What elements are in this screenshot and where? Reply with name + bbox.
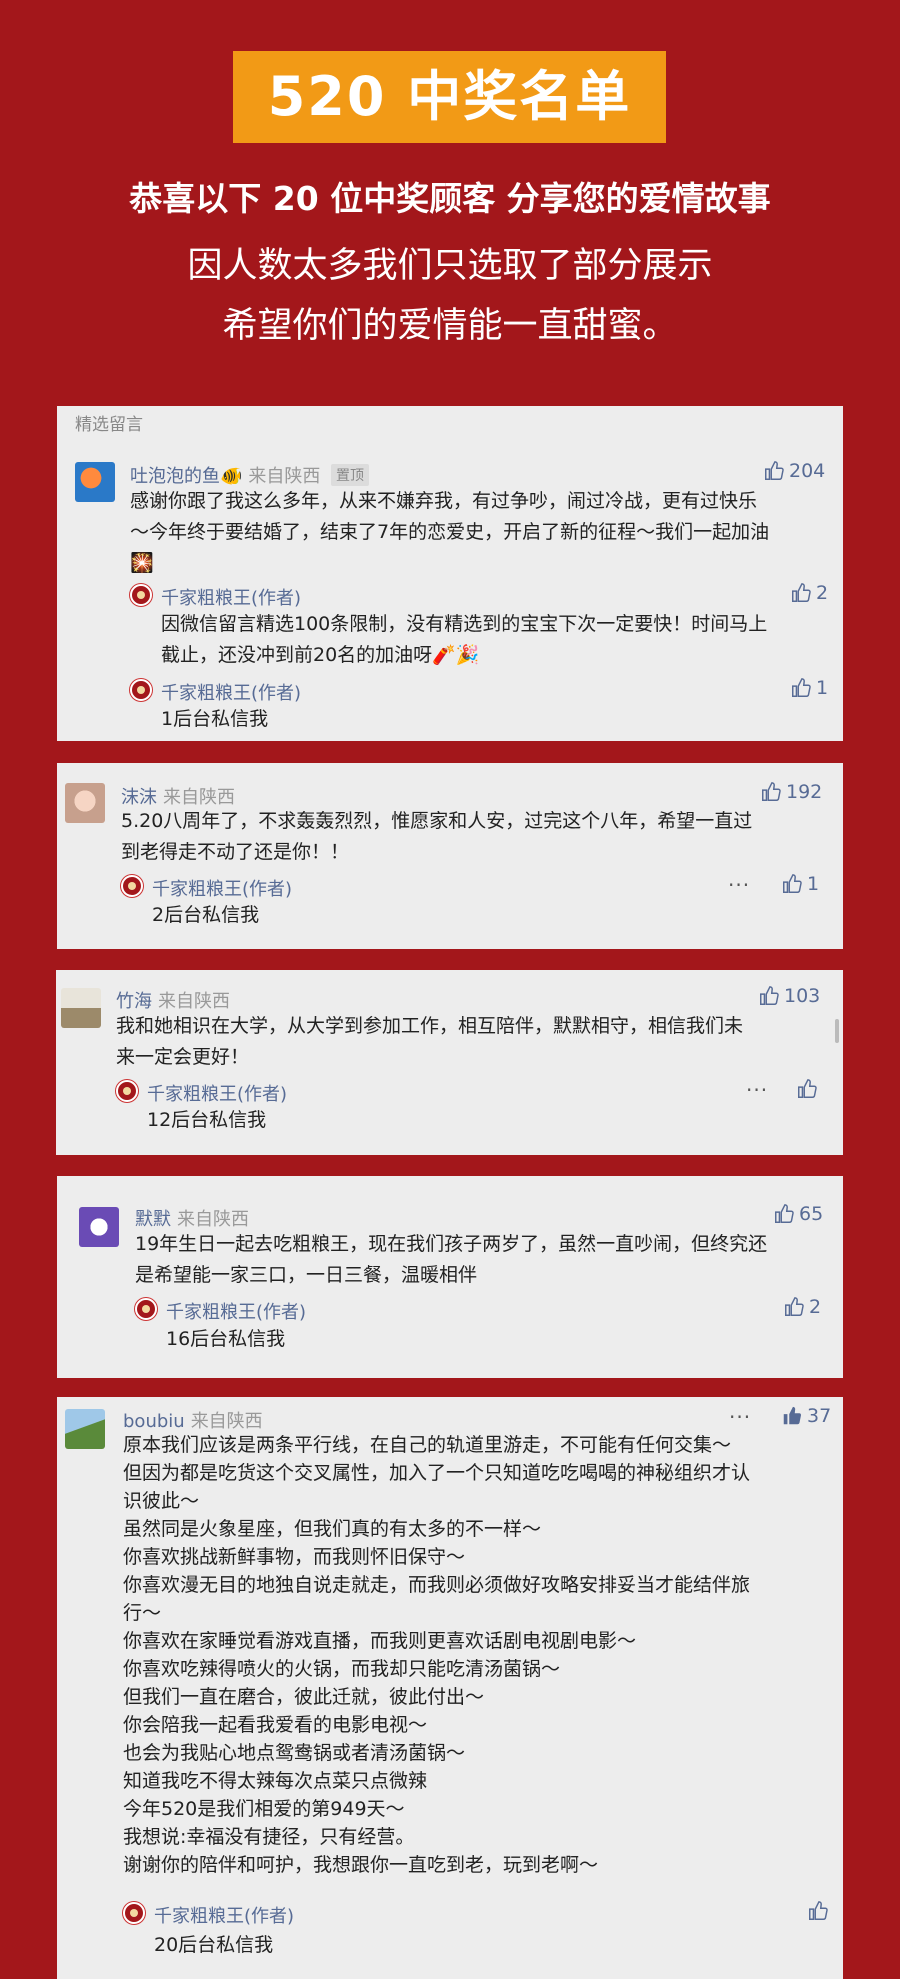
reply-text: 20后台私信我 — [154, 1934, 274, 1956]
like-count: 103 — [784, 985, 821, 1007]
comment-card-2: 沫沫 来自陕西 192 5.20八周年了，不求轰轰烈烈，惟愿家和人安，过完这个八年… — [57, 763, 843, 949]
avatar[interactable] — [61, 988, 101, 1028]
reply-author: 千家粗粮王(作者) — [161, 683, 302, 704]
comment-text: 感谢你跟了我这么多年，从来不嫌弃我，有过争吵，闹过冷战，更有过快乐 ～今年终于要… — [130, 490, 770, 574]
reply-text: 16后台私信我 — [166, 1328, 286, 1350]
like-button[interactable]: 37 — [781, 1405, 831, 1427]
author-logo-icon — [123, 1902, 145, 1924]
avatar[interactable] — [65, 1409, 105, 1449]
like-button[interactable] — [796, 1078, 818, 1100]
author-logo-icon — [116, 1080, 138, 1102]
thumbs-up-icon — [762, 782, 781, 801]
author-logo-icon — [135, 1298, 157, 1320]
comment-text: 我和她相识在大学，从大学到参加工作，相互陪伴，默默相守，相信我们未 来一定会更好… — [116, 1015, 744, 1068]
section-label: 精选留言 — [75, 415, 143, 435]
author-logo-icon — [130, 679, 152, 701]
thumbs-up-icon — [760, 986, 779, 1005]
like-button[interactable]: 2 — [783, 1296, 821, 1318]
thumbs-up-icon — [798, 1079, 817, 1098]
reply-text: 因微信留言精选100条限制，没有精选到的宝宝下次一定要快！时间马上 截止，还没冲… — [161, 613, 768, 666]
avatar[interactable] — [65, 783, 105, 823]
subline-2: 希望你们的爱情能一直甜蜜。 — [222, 306, 678, 346]
like-count: 1 — [807, 873, 820, 895]
like-count: 65 — [799, 1203, 824, 1225]
thumbs-up-icon — [775, 1204, 794, 1223]
author-logo-icon — [130, 584, 152, 606]
thumbs-up-icon — [785, 1297, 804, 1316]
like-button[interactable]: 1 — [790, 677, 828, 699]
reply-author: 千家粗粮王(作者) — [166, 1302, 307, 1323]
more-options-icon[interactable]: ··· — [746, 1078, 768, 1102]
comment-text: 原本我们应该是两条平行线，在自己的轨道里游走，不可能有任何交集～ 但因为都是吃货… — [123, 1434, 751, 1876]
reply-text: 1后台私信我 — [161, 708, 269, 730]
thumbs-up-icon — [809, 1901, 828, 1920]
comment-text: 5.20八周年了，不求轰轰烈烈，惟愿家和人安，过完这个八年，希望一直过 到老得走… — [121, 810, 753, 863]
thumbs-up-icon — [792, 678, 811, 697]
like-button[interactable] — [807, 1900, 829, 1922]
like-count: 1 — [816, 677, 829, 699]
reply-author: 千家粗粮王(作者) — [147, 1084, 288, 1105]
like-count: 204 — [789, 460, 826, 482]
more-options-icon[interactable]: ··· — [729, 1405, 751, 1429]
like-button[interactable]: 2 — [790, 582, 828, 604]
like-button[interactable]: 192 — [760, 781, 822, 803]
scrollbar[interactable] — [835, 1019, 839, 1043]
like-button[interactable]: 65 — [773, 1203, 823, 1225]
like-count: 2 — [816, 582, 829, 604]
banner-title: 520 中奖名单 — [233, 51, 666, 143]
comment-card-4: 默默 来自陕西 65 19年生日一起去吃粗粮王，现在我们孩子两岁了，虽然一直吵闹，… — [57, 1176, 843, 1378]
headline: 恭喜以下 20 位中奖顾客 分享您的爱情故事 — [129, 179, 771, 218]
pinned-badge: 置顶 — [331, 464, 369, 486]
comment-username[interactable]: boubiu 来自陕西 — [123, 1407, 263, 1433]
comment-text: 19年生日一起去吃粗粮王，现在我们孩子两岁了，虽然一直吵闹，但终究还 是希望能一… — [135, 1233, 768, 1286]
author-logo-icon — [121, 875, 143, 897]
more-options-icon[interactable]: ··· — [728, 873, 750, 897]
reply-author: 千家粗粮王(作者) — [154, 1906, 295, 1927]
reply-text: 12后台私信我 — [147, 1109, 267, 1131]
avatar[interactable] — [79, 1207, 119, 1247]
like-button[interactable]: 1 — [781, 873, 819, 895]
like-count: 2 — [809, 1296, 822, 1318]
thumbs-up-filled-icon — [783, 1406, 802, 1425]
comment-username[interactable]: 竹海 来自陕西 — [116, 987, 230, 1013]
like-button[interactable]: 103 — [758, 985, 820, 1007]
reply-author: 千家粗粮王(作者) — [152, 879, 293, 900]
thumbs-up-icon — [765, 461, 784, 480]
subline-1: 因人数太多我们只选取了部分展示 — [187, 246, 713, 286]
avatar[interactable] — [75, 462, 115, 502]
reply-text: 2后台私信我 — [152, 904, 260, 926]
like-count: 192 — [786, 781, 823, 803]
comment-username[interactable]: 默默 来自陕西 — [135, 1205, 249, 1231]
thumbs-up-icon — [783, 874, 802, 893]
like-button[interactable]: 204 — [763, 460, 825, 482]
thumbs-up-icon — [792, 583, 811, 602]
comment-card-3: 竹海 来自陕西 103 我和她相识在大学，从大学到参加工作，相互陪伴，默默相守，相… — [56, 970, 843, 1155]
reply-author: 千家粗粮王(作者) — [161, 588, 302, 609]
like-count: 37 — [807, 1405, 832, 1427]
comment-username[interactable]: 吐泡泡的鱼🐠 来自陕西 — [130, 462, 320, 488]
comment-card-5: boubiu 来自陕西 ··· 37 原本我们应该是两条平行线，在自己的轨道里游走… — [57, 1397, 843, 1979]
comment-card-1: 精选留言 吐泡泡的鱼🐠 来自陕西 置顶 204 感谢你跟了我这么多年，从来不嫌弃我… — [57, 406, 843, 741]
